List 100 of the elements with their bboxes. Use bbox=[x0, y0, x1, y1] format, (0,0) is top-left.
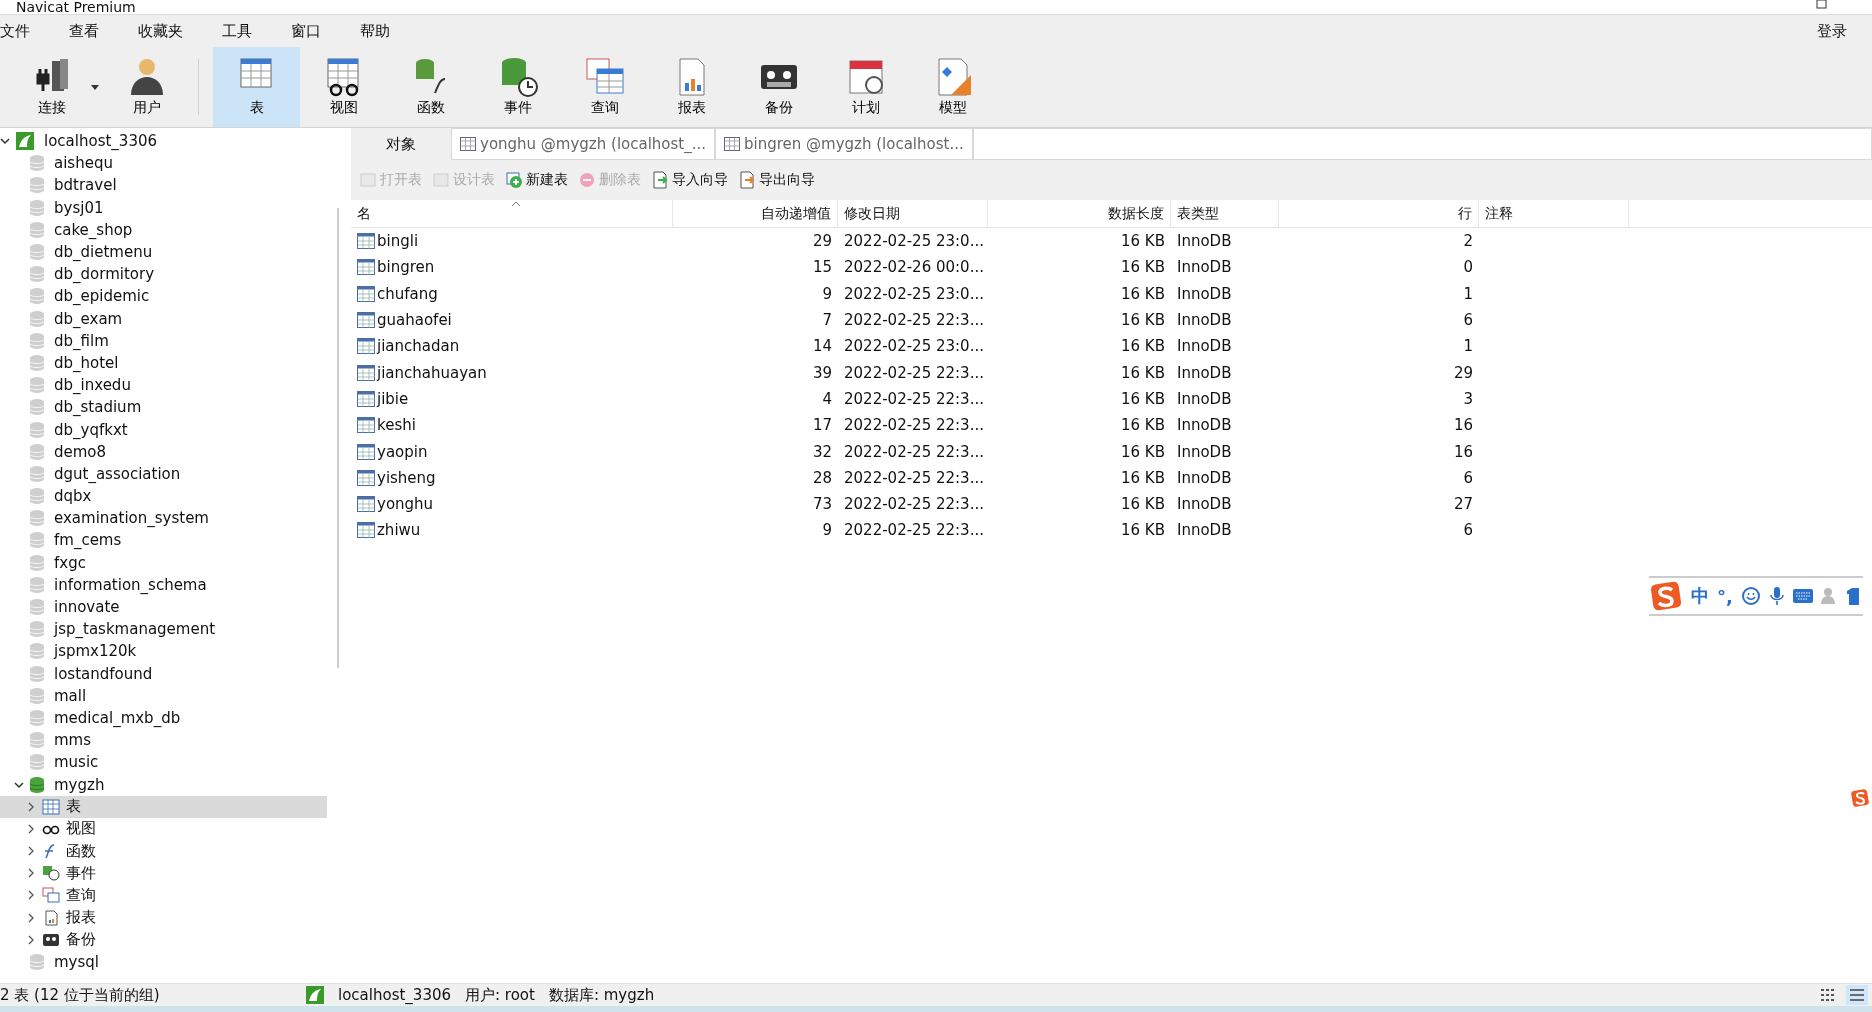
tree-item[interactable]: dgut_association bbox=[54, 464, 181, 483]
tree-item[interactable]: db_epidemic bbox=[54, 287, 150, 306]
menu-item[interactable]: 查看 bbox=[69, 21, 124, 41]
table-tool-button[interactable]: 表 bbox=[213, 47, 300, 127]
list-view-icon[interactable] bbox=[1846, 985, 1868, 1005]
ime-logo-icon[interactable] bbox=[1649, 580, 1683, 612]
tree-row[interactable]: 事件 bbox=[0, 862, 327, 885]
tree-item[interactable]: fxgc bbox=[54, 553, 86, 572]
ime-mode[interactable]: 中 bbox=[1691, 584, 1709, 608]
microphone-icon[interactable] bbox=[1768, 586, 1785, 606]
table-name[interactable]: jianchadan bbox=[377, 337, 460, 356]
table-name[interactable]: yonghu bbox=[377, 495, 434, 514]
schedule-tool-button[interactable]: 计划 bbox=[822, 47, 909, 127]
menu-item[interactable]: 窗口 bbox=[291, 21, 346, 41]
tree-item[interactable]: mms bbox=[54, 731, 92, 750]
menu-item[interactable]: 收藏夹 bbox=[138, 21, 208, 41]
table-name[interactable]: jianchahuayan bbox=[377, 363, 487, 382]
chevron-icon[interactable] bbox=[26, 934, 36, 945]
tree-row[interactable]: 报表 bbox=[0, 906, 327, 929]
tree-item[interactable]: dqbx bbox=[54, 487, 92, 506]
tree-item[interactable]: mysql bbox=[54, 953, 99, 972]
chevron-icon[interactable] bbox=[26, 801, 36, 812]
tree-item[interactable]: innovate bbox=[54, 598, 120, 617]
tree-item[interactable]: jsp_taskmanagement bbox=[54, 620, 216, 639]
tree-item[interactable]: information_schema bbox=[54, 575, 207, 594]
tree-item[interactable]: music bbox=[54, 753, 99, 772]
column-header[interactable]: 行 bbox=[1279, 200, 1479, 227]
connect-tool-button[interactable]: 连接 bbox=[8, 47, 95, 127]
table-name[interactable]: yaopin bbox=[377, 442, 428, 461]
column-header[interactable]: 表类型 bbox=[1171, 200, 1279, 227]
chevron-icon[interactable] bbox=[26, 823, 36, 834]
tree-item[interactable]: db_hotel bbox=[54, 353, 119, 372]
tab[interactable]: yonghu @mygzh (localhost_... bbox=[451, 128, 715, 160]
chevron-icon[interactable] bbox=[14, 779, 24, 790]
tree-item[interactable]: db_yqfkxt bbox=[54, 420, 128, 439]
smiley-icon[interactable] bbox=[1740, 586, 1761, 606]
column-header[interactable]: 名 bbox=[351, 200, 673, 227]
ime-logo-icon[interactable] bbox=[1850, 788, 1870, 808]
tree-item[interactable]: db_dormitory bbox=[54, 265, 155, 284]
chevron-icon[interactable] bbox=[0, 136, 10, 147]
import-table-button[interactable]: 导入向导 bbox=[649, 169, 730, 191]
tree-item[interactable]: localhost_3306 bbox=[44, 132, 157, 151]
tree-item[interactable]: db_film bbox=[54, 331, 109, 350]
grid-view-icon[interactable] bbox=[1820, 988, 1836, 1002]
tree-row[interactable]: 查询 bbox=[0, 884, 327, 907]
tree-row[interactable]: 表 bbox=[0, 795, 327, 818]
ime-punctuation[interactable]: °, bbox=[1717, 585, 1733, 607]
table-name[interactable]: jibie bbox=[377, 389, 409, 408]
table-name[interactable]: bingli bbox=[377, 232, 419, 251]
tree-item[interactable]: aishequ bbox=[54, 154, 113, 173]
tab[interactable]: bingren @mygzh (localhost... bbox=[715, 128, 973, 160]
table-name[interactable]: keshi bbox=[377, 416, 416, 435]
dropdown-caret-icon[interactable] bbox=[91, 84, 99, 90]
table-name[interactable]: bingren bbox=[377, 258, 435, 277]
tree-item[interactable]: medical_mxb_db bbox=[54, 708, 181, 727]
table-name[interactable]: yisheng bbox=[377, 468, 436, 487]
menu-item[interactable]: 帮助 bbox=[360, 21, 415, 41]
backup-tool-button[interactable]: 备份 bbox=[735, 47, 822, 127]
tree-row[interactable]: 视图 bbox=[0, 817, 327, 840]
tree-item[interactable]: db_exam bbox=[54, 309, 123, 328]
tree-item[interactable]: bdtravel bbox=[54, 176, 117, 195]
menu-item[interactable]: 文件 bbox=[0, 21, 55, 41]
tree-item[interactable]: demo8 bbox=[54, 442, 107, 461]
tree-item[interactable]: db_stadium bbox=[54, 398, 142, 417]
query-tool-button[interactable]: 查询 bbox=[561, 47, 648, 127]
table-name[interactable]: guahaofei bbox=[377, 311, 452, 330]
tree-item[interactable]: lostandfound bbox=[54, 664, 153, 683]
chevron-icon[interactable] bbox=[26, 890, 36, 901]
column-header[interactable]: 自动递增值 bbox=[673, 200, 838, 227]
tree-item[interactable]: bysj01 bbox=[54, 198, 104, 217]
function-tool-button[interactable]: 函数 bbox=[387, 47, 474, 127]
table-name[interactable]: chufang bbox=[377, 284, 438, 303]
event-tool-button[interactable]: 事件 bbox=[474, 47, 561, 127]
tree-item[interactable]: mygzh bbox=[54, 775, 105, 794]
chevron-icon[interactable] bbox=[26, 912, 36, 923]
column-header[interactable]: 数据长度 bbox=[988, 200, 1171, 227]
tree-item[interactable]: db_inxedu bbox=[54, 376, 131, 395]
report-tool-button[interactable]: 报表 bbox=[648, 47, 735, 127]
restore-icon[interactable] bbox=[1815, 0, 1827, 10]
login-link[interactable]: 登录 bbox=[1817, 21, 1872, 41]
tree-item[interactable]: examination_system bbox=[54, 509, 209, 528]
export-table-button[interactable]: 导出向导 bbox=[736, 169, 817, 191]
view-tool-button[interactable]: 视图 bbox=[300, 47, 387, 127]
tree-item[interactable]: jspmx120k bbox=[54, 642, 137, 661]
column-header[interactable]: 注释 bbox=[1479, 200, 1629, 227]
column-header[interactable]: 修改日期 bbox=[838, 200, 988, 227]
tree-item[interactable]: cake_shop bbox=[54, 220, 133, 239]
model-tool-button[interactable]: 模型 bbox=[909, 47, 996, 127]
table-name[interactable]: zhiwu bbox=[377, 521, 421, 540]
tree-item[interactable]: fm_cems bbox=[54, 531, 122, 550]
chevron-icon[interactable] bbox=[26, 846, 36, 857]
tree-row[interactable]: 备份 bbox=[0, 928, 327, 951]
keyboard-icon[interactable] bbox=[1792, 589, 1813, 603]
menu-item[interactable]: 工具 bbox=[222, 21, 277, 41]
tree-row[interactable]: 函数 bbox=[0, 840, 327, 863]
chevron-icon[interactable] bbox=[26, 868, 36, 879]
user-tool-button[interactable]: 用户 bbox=[103, 47, 190, 127]
tree-item[interactable]: db_dietmenu bbox=[54, 243, 153, 262]
tree-item[interactable]: mall bbox=[54, 686, 87, 705]
new-table-button[interactable]: 新建表 bbox=[503, 169, 570, 191]
